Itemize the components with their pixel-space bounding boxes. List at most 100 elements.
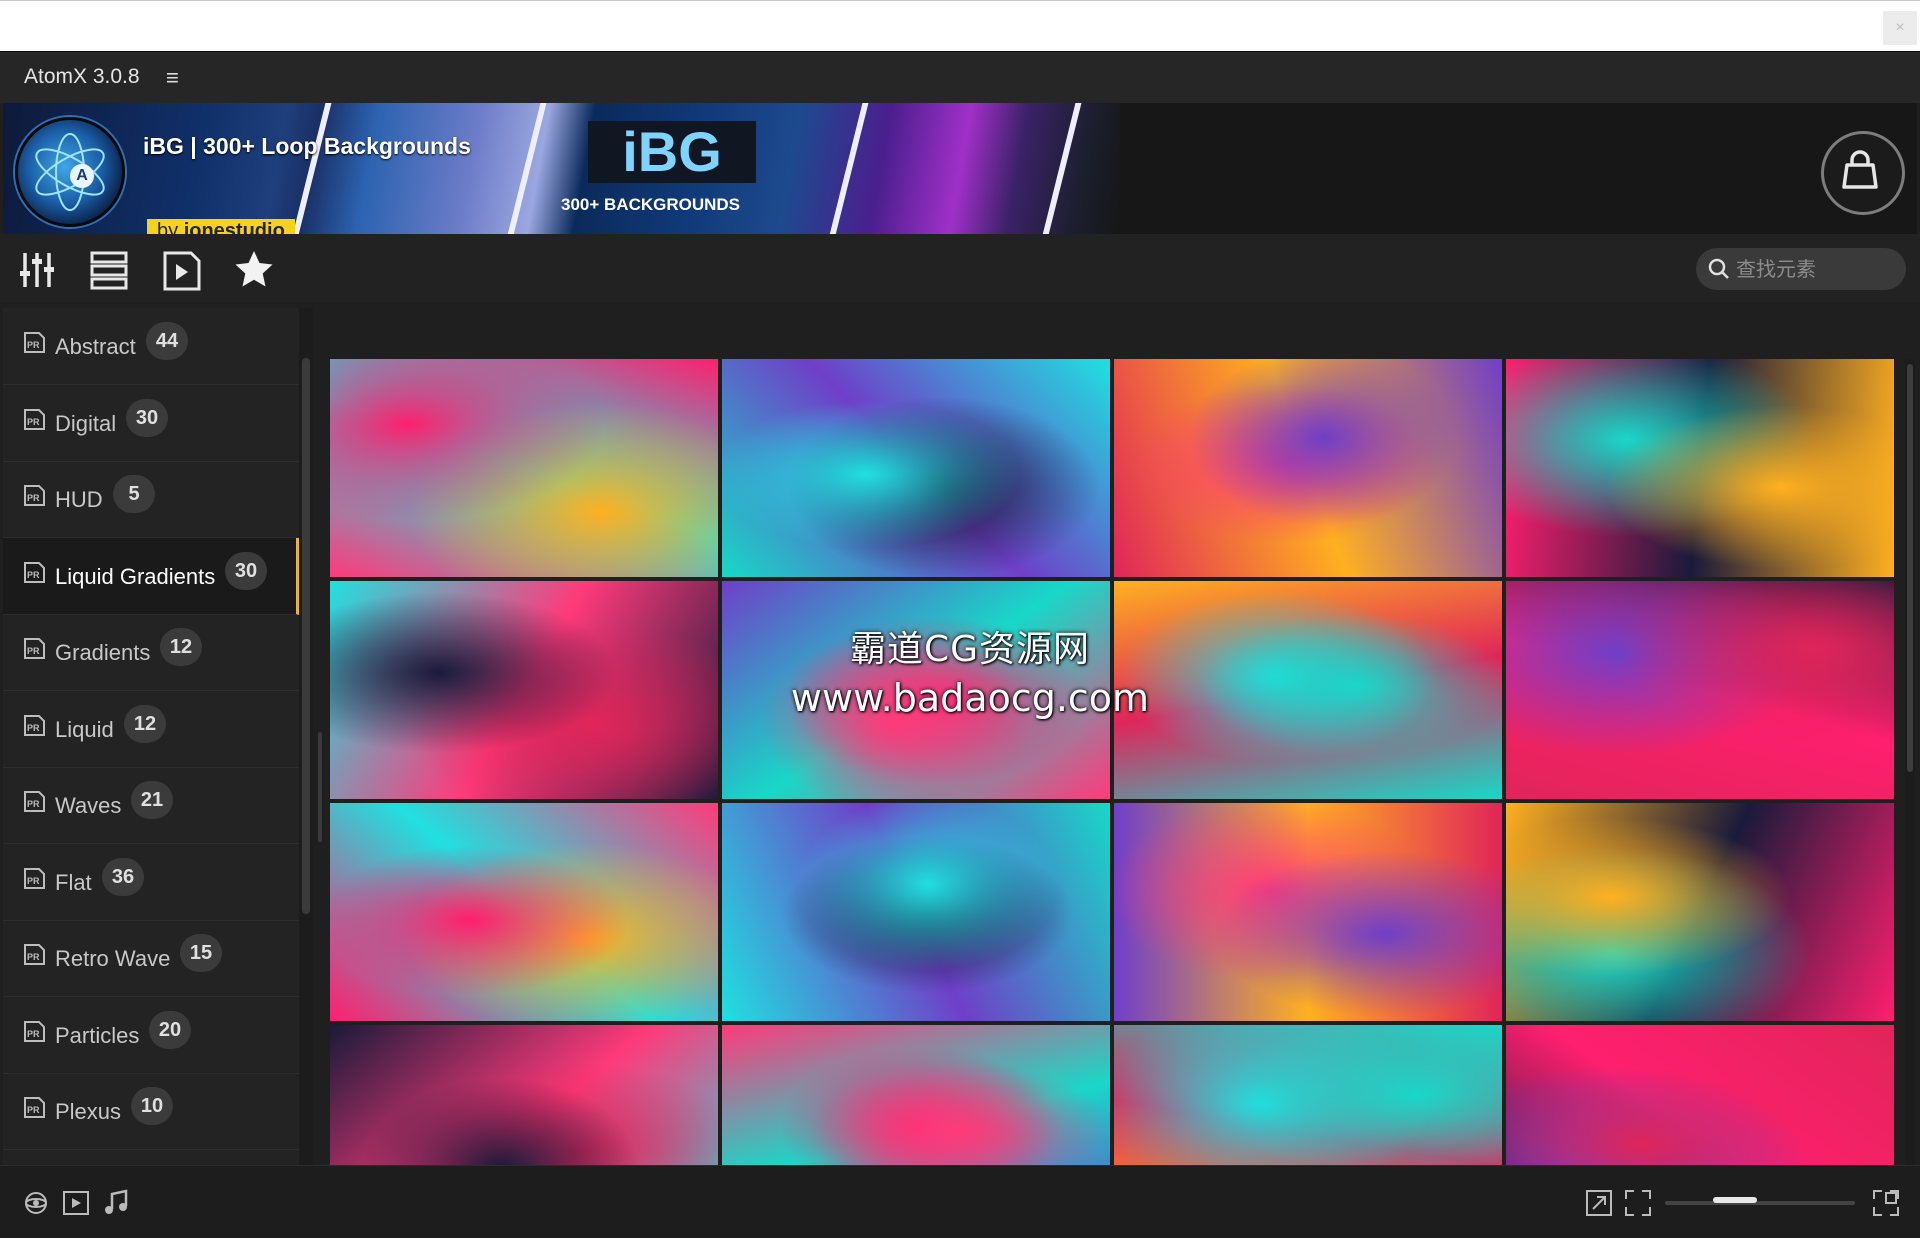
background-thumbnail[interactable] [330,359,718,577]
sidebar-item-label: Waves [55,793,122,818]
svg-text:PR: PR [27,799,40,809]
watermark-line1: 霸道CG资源网 [849,629,1091,670]
background-thumbnail[interactable] [330,581,718,799]
search-box[interactable] [1696,248,1906,290]
banner-stripe [503,103,549,234]
premiere-file-icon: PR [24,714,45,736]
sidebar-item-label: Liquid Gradients [55,563,216,589]
sidebar-item[interactable]: PR Gradients 12 [3,614,299,691]
music-icon[interactable] [102,1189,130,1217]
atomx-panel: AtomX 3.0.8 ≡ A iBG | 300+ Loop Backgrou… [0,51,1920,1238]
premiere-file-icon: PR [24,1020,45,1042]
sidebar-item[interactable]: PR Liquid Gradients 30 [3,537,299,615]
shop-button[interactable] [1821,131,1905,215]
banner-author-name: ionestudio [183,220,285,234]
app-title: AtomX 3.0.8 [24,65,140,88]
play-file-icon[interactable] [162,249,204,291]
title-bar: AtomX 3.0.8 ≡ [0,52,1920,103]
shopping-bag-icon [1842,150,1878,189]
product-subtitle: 300+ BACKGROUNDS [561,195,741,214]
atomx-logo-letter: A [70,164,94,188]
background-thumbnail[interactable] [722,803,1110,1021]
sidebar-item[interactable]: PR Plexus 10 [3,1073,299,1150]
watermark-line2: www.badaocg.com [790,676,1150,720]
sidebar-item[interactable]: PR Particles 20 [3,997,299,1074]
sidebar-item[interactable]: PR Waves 21 [3,767,299,844]
menu-icon[interactable]: ≡ [166,65,179,91]
svg-text:PR: PR [27,876,40,886]
thumbnail-grid [330,359,1897,1216]
premiere-file-icon: PR [24,332,45,353]
count-badge: 15 [180,934,222,972]
premiere-file-icon: PR [24,1097,45,1118]
sliders-icon[interactable] [18,249,60,291]
svg-text:PR: PR [27,340,40,350]
background-thumbnail[interactable] [1506,359,1894,577]
svg-text:PR: PR [27,1105,40,1115]
product-logo: iBG [588,121,756,183]
category-sidebar: PR Abstract 44 PR Digital 30 PR HUD 5 PR Liquid Gr… [3,308,299,1165]
sidebar-item-label: Plexus [55,1099,122,1124]
svg-text:PR: PR [27,952,40,962]
sidebar-item[interactable]: PR Liquid 12 [3,691,299,768]
count-badge: 20 [149,1010,191,1049]
count-badge: 36 [102,857,144,896]
svg-text:PR: PR [27,646,40,656]
atomx-logo: A [15,117,125,227]
sidebar-item-label: Flat [55,869,92,895]
watermark: 霸道CG资源网 www.badaocg.com [760,620,1180,720]
sidebar-item-label: Particles [55,1022,140,1048]
sidebar-item[interactable]: PR Retro Wave 15 [3,920,299,997]
svg-text:PR: PR [27,493,40,503]
banner-stripe [288,103,334,234]
list-icon[interactable] [90,249,132,291]
sidebar-item[interactable]: PR Digital 30 [3,385,299,462]
premiere-file-icon: PR [24,791,45,812]
fit-icon[interactable] [1624,1189,1652,1217]
background-thumbnail[interactable] [1506,803,1894,1021]
sidebar-item[interactable]: PR Flat 36 [3,844,299,921]
premiere-file-icon: PR [24,638,45,659]
sidebar-item[interactable]: PR HUD 5 [3,461,299,538]
count-badge: 21 [131,781,173,819]
window-top-bar: × [0,0,1920,52]
premiere-file-icon: PR [24,408,45,430]
banner-stripe [825,103,871,234]
premiere-file-icon: PR [24,867,45,889]
svg-text:PR: PR [27,723,40,733]
sidebar-item-label: HUD [55,487,103,512]
background-thumbnail[interactable] [722,359,1110,577]
window-close-button[interactable]: × [1883,11,1917,45]
video-icon[interactable] [62,1189,90,1217]
sidebar-item-label: Digital [55,410,117,436]
background-thumbnail[interactable] [330,803,718,1021]
premiere-file-icon: PR [24,561,45,583]
pack-banner[interactable]: A iBG | 300+ Loop Backgrounds by ionestu… [3,103,1120,234]
count-badge: 12 [124,704,166,743]
splitter-handle[interactable] [318,732,322,842]
toolbar [0,234,1920,302]
search-input[interactable] [1736,256,1896,282]
sidebar-scrollbar-thumb[interactable] [302,358,310,914]
star-icon[interactable] [234,249,276,291]
banner-by-prefix: by [157,220,179,234]
expand-icon[interactable] [1585,1189,1613,1217]
banner-title: iBG | 300+ Loop Backgrounds [143,133,471,159]
grid-scrollbar-thumb[interactable] [1907,364,1913,772]
count-badge: 12 [160,628,202,666]
premiere-file-icon: PR [24,485,45,506]
3d-object-icon[interactable] [22,1189,50,1217]
grid-size-icon[interactable] [1872,1189,1900,1217]
sidebar-item-label: Gradients [55,640,151,665]
sidebar-item-label: Liquid [55,716,114,742]
sidebar-item[interactable]: PR Abstract 44 [3,308,299,385]
zoom-slider-thumb[interactable] [1713,1197,1758,1203]
banner-stripe [1038,103,1084,234]
background-thumbnail[interactable] [1114,359,1502,577]
background-thumbnail[interactable] [1506,581,1894,799]
zoom-slider-track[interactable] [1665,1201,1855,1205]
svg-text:PR: PR [27,570,40,580]
background-thumbnail[interactable] [1114,803,1502,1021]
banner-author: by ionestudio [147,219,295,234]
sidebar-item-label: Retro Wave [55,946,171,971]
